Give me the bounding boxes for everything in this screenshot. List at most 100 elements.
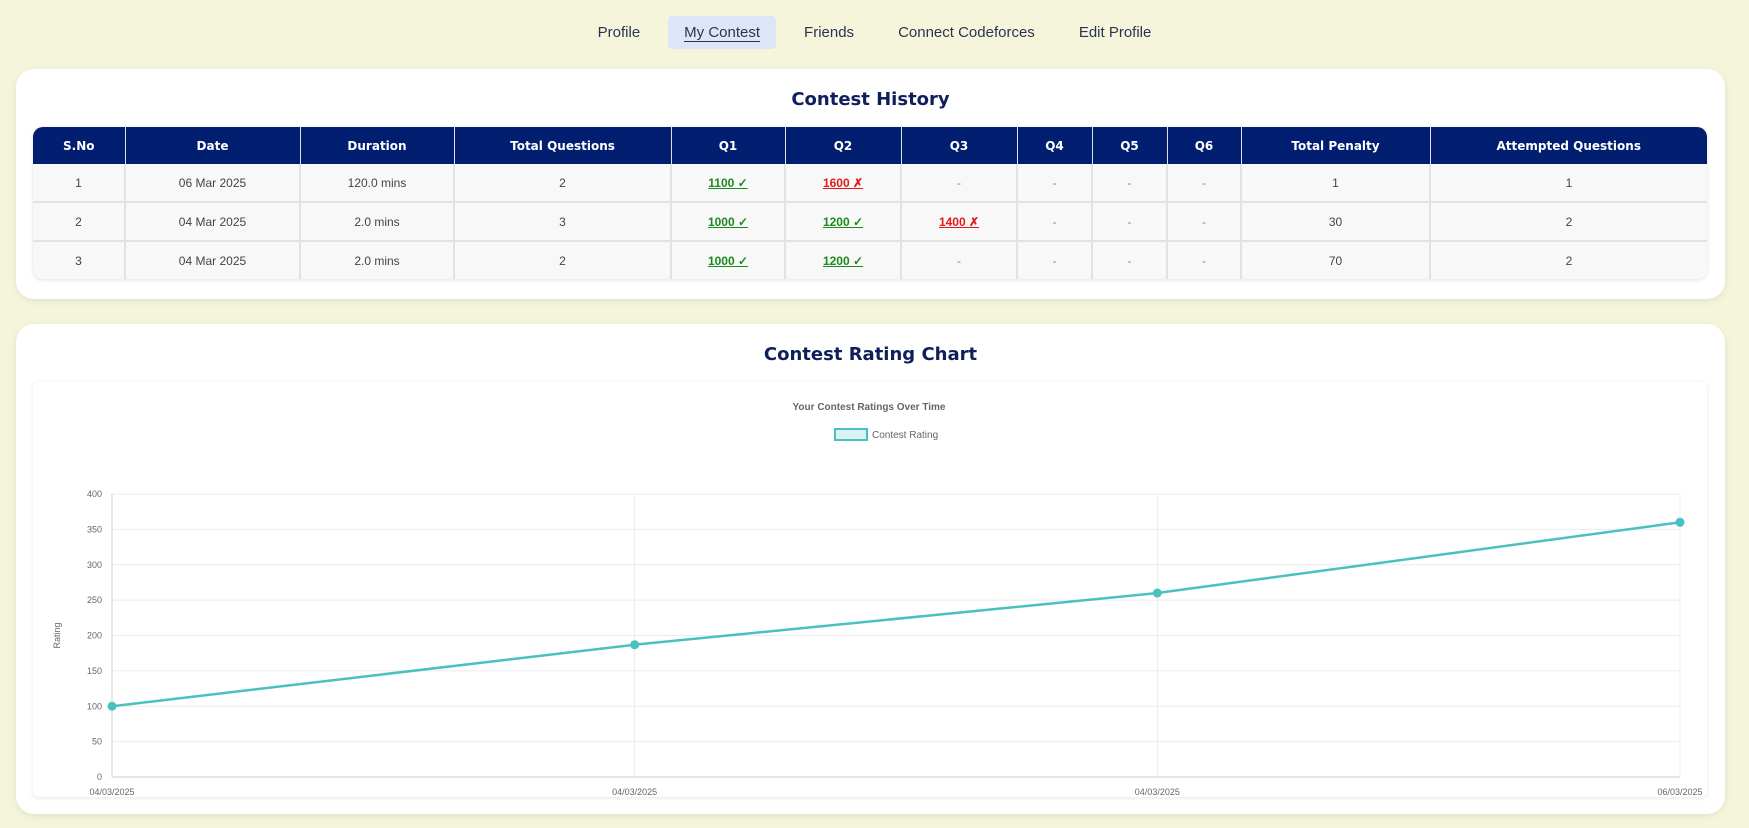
q3-cell: 1400 ✗: [901, 202, 1018, 242]
top-nav: Profile My Contest Friends Connect Codeforc…: [0, 16, 1749, 49]
y-tick-label: 300: [87, 560, 102, 570]
duration-cell: 2.0 mins: [300, 241, 455, 279]
q6-cell: -: [1167, 164, 1242, 203]
empty-question: -: [1052, 214, 1057, 229]
empty-question: -: [957, 253, 961, 268]
nav-label: Connect Codeforces: [898, 24, 1035, 41]
y-tick-label: 150: [87, 666, 102, 676]
penalty-cell: 1: [1241, 164, 1431, 203]
q2-cell: 1200 ✓: [785, 202, 902, 242]
q6-cell: -: [1167, 202, 1242, 242]
q5-cell: -: [1092, 202, 1168, 242]
question-link[interactable]: 1400 ✗: [939, 215, 979, 229]
nav-connect-codeforces[interactable]: Connect Codeforces: [882, 16, 1051, 49]
column-header: S.No: [33, 127, 126, 164]
y-tick-label: 50: [92, 737, 102, 747]
question-link[interactable]: 1000 ✓: [708, 215, 748, 229]
q3-cell: -: [901, 241, 1018, 279]
q2-cell: 1600 ✗: [785, 164, 902, 203]
q6-cell: -: [1167, 241, 1242, 279]
table-row: 1 06 Mar 2025 120.0 mins 2 1100 ✓ 1600 ✗ - - - - 1…: [33, 164, 1707, 203]
q5-cell: -: [1092, 164, 1168, 203]
empty-question: -: [1202, 214, 1206, 229]
date-cell: 04 Mar 2025: [125, 241, 301, 279]
y-tick-label: 400: [87, 489, 102, 499]
column-header: Attempted Questions: [1430, 127, 1707, 164]
total-questions-cell: 3: [454, 202, 672, 242]
date-cell: 06 Mar 2025: [125, 164, 301, 203]
data-point: [1675, 517, 1685, 527]
nav-label: Profile: [597, 24, 641, 41]
q1-cell: 1000 ✓: [671, 241, 786, 279]
attempted-cell: 2: [1430, 202, 1707, 242]
column-header: Q5: [1092, 127, 1168, 164]
x-tick-label: 04/03/2025: [89, 787, 134, 797]
y-tick-label: 250: [87, 595, 102, 605]
empty-question: -: [957, 175, 961, 190]
contest-rating-title: Contest Rating Chart: [763, 344, 978, 365]
nav-profile[interactable]: Profile: [582, 16, 657, 49]
y-tick-label: 0: [97, 772, 102, 782]
nav-label: Edit Profile: [1078, 24, 1152, 41]
q4-cell: -: [1017, 164, 1093, 203]
q4-cell: -: [1017, 241, 1093, 279]
column-header: Date: [125, 127, 301, 164]
column-header: Total Questions: [454, 127, 672, 164]
column-header: Q4: [1017, 127, 1093, 164]
x-tick-label: 06/03/2025: [1657, 787, 1702, 797]
table-row: 3 04 Mar 2025 2.0 mins 2 1000 ✓ 1200 ✓ - - - -70 2: [33, 241, 1707, 279]
legend-label: Contest Rating: [872, 430, 938, 441]
question-link[interactable]: 1600 ✗: [823, 176, 863, 190]
q1-cell: 1000 ✓: [671, 202, 786, 242]
table-header-row: S.No Date Duration Total Questions Q1 Q2 Q3 Q4 Q…: [33, 127, 1707, 164]
y-tick-label: 200: [87, 631, 102, 641]
empty-question: -: [1202, 253, 1206, 268]
total-questions-cell: 2: [454, 164, 672, 203]
empty-question: -: [1052, 253, 1057, 268]
q2-cell: 1200 ✓: [785, 241, 902, 279]
nav-label: My Contest: [684, 24, 761, 42]
data-point: [107, 701, 117, 711]
sno-cell: 3: [33, 241, 126, 279]
nav-label: Friends: [804, 24, 855, 41]
question-link[interactable]: 1100 ✓: [708, 176, 747, 190]
q4-cell: -: [1017, 202, 1093, 242]
y-tick-label: 100: [87, 701, 102, 711]
series-line: [111, 521, 1681, 708]
duration-cell: 120.0 mins: [300, 164, 455, 203]
question-link[interactable]: 1000 ✓: [708, 254, 748, 268]
empty-question: -: [1202, 175, 1206, 190]
nav-edit-profile[interactable]: Edit Profile: [1063, 16, 1168, 49]
empty-question: -: [1127, 253, 1132, 268]
column-header: Duration: [300, 127, 455, 164]
empty-question: -: [1052, 175, 1057, 190]
q1-cell: 1100 ✓: [671, 164, 786, 203]
column-header: Total Penalty: [1241, 127, 1431, 164]
column-header: Q6: [1167, 127, 1242, 164]
y-tick-label: 350: [87, 524, 102, 534]
y-axis-label: Rating: [52, 622, 62, 648]
attempted-cell: 2: [1430, 241, 1707, 279]
nav-friends[interactable]: Friends: [788, 16, 870, 49]
data-point: [630, 640, 640, 650]
x-tick-label: 04/03/2025: [1135, 787, 1180, 797]
column-header: Q3: [901, 127, 1018, 164]
table-row: 2 04 Mar 2025 2.0 mins 3 1000 ✓ 1200 ✓ 1400 ✗ -…: [33, 202, 1707, 242]
q5-cell: -: [1092, 241, 1168, 279]
penalty-cell: 70: [1241, 241, 1431, 279]
legend-swatch: [834, 428, 868, 441]
penalty-cell: 30: [1241, 202, 1431, 242]
question-link[interactable]: 1200 ✓: [823, 254, 863, 268]
duration-cell: 2.0 mins: [300, 202, 455, 242]
data-point: [1152, 588, 1162, 598]
question-link[interactable]: 1200 ✓: [823, 215, 863, 229]
rating-chart-svg: Your Contest Ratings Over Time Contest Ra…: [52, 402, 1703, 797]
nav-my-contest[interactable]: My Contest: [668, 16, 777, 49]
q3-cell: -: [901, 164, 1018, 203]
empty-question: -: [1127, 214, 1132, 229]
attempted-cell: 1: [1430, 164, 1707, 203]
x-tick-label: 04/03/2025: [612, 787, 657, 797]
rating-chart: Your Contest Ratings Over Time Contest Ra…: [33, 382, 1707, 797]
contest-history-title: Contest History: [791, 89, 950, 110]
sno-cell: 2: [33, 202, 126, 242]
